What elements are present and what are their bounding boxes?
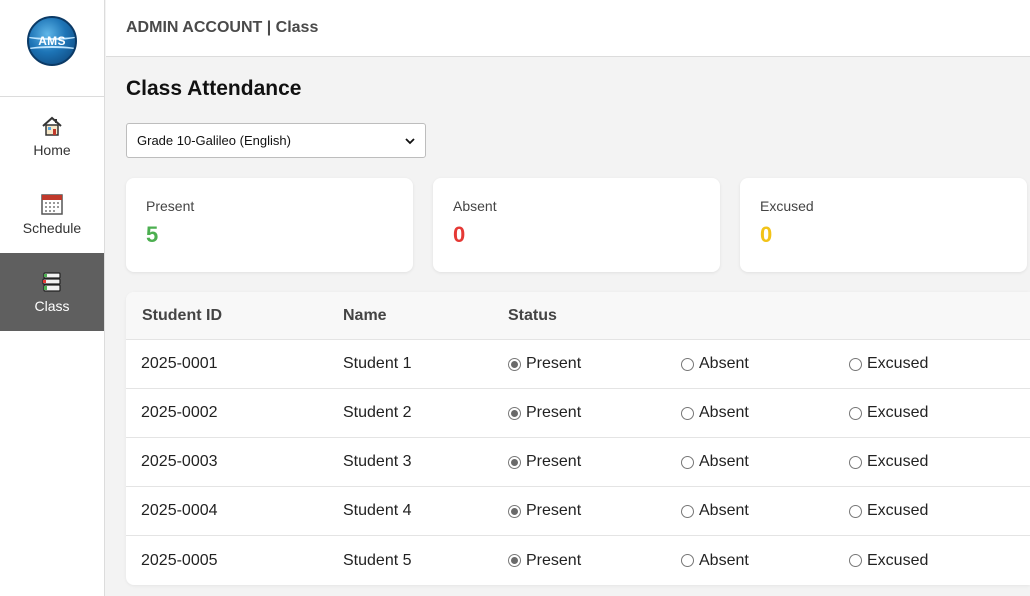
student-id-cell: 2025-0002: [141, 404, 218, 421]
present-radio-option[interactable]: Present: [508, 355, 681, 373]
absent-radio[interactable]: [681, 455, 694, 469]
student-name-cell: Student 3: [343, 453, 412, 470]
header-status: Status: [508, 306, 557, 324]
status-options: Present Absent Excused: [508, 355, 928, 373]
student-name-cell: Student 2: [343, 404, 412, 421]
sidebar-item-label: Class: [34, 298, 70, 314]
excused-count: 0: [760, 222, 773, 247]
excused-radio-option[interactable]: Excused: [849, 552, 928, 570]
present-radio[interactable]: [508, 504, 521, 518]
excused-radio[interactable]: [849, 406, 862, 420]
present-radio-label: Present: [526, 502, 582, 519]
student-name-cell: Student 4: [343, 502, 412, 519]
excused-radio-option[interactable]: Excused: [849, 355, 928, 373]
present-radio[interactable]: [508, 455, 521, 469]
class-select-dropdown[interactable]: Grade 10-Galileo (English): [126, 123, 426, 158]
summary-cards: Present 5 Absent 0 Excused 0: [126, 178, 1027, 272]
table-header-row: Student ID Name Status: [126, 292, 1030, 340]
absent-radio[interactable]: [681, 554, 694, 567]
sidebar-item-home[interactable]: Home: [0, 97, 104, 175]
excused-radio-option[interactable]: Excused: [849, 404, 928, 422]
excused-radio-label: Excused: [867, 502, 929, 519]
present-radio-option[interactable]: Present: [508, 453, 681, 471]
page-title: Class Attendance: [126, 77, 302, 100]
present-radio-option[interactable]: Present: [508, 404, 681, 422]
absent-radio-label: Absent: [699, 502, 749, 519]
excused-radio-label: Excused: [867, 551, 929, 569]
class-select-value: Grade 10-Galileo (English): [137, 133, 291, 148]
absent-radio[interactable]: [681, 357, 694, 371]
header-student-id: Student ID: [142, 306, 222, 324]
header-title: ADMIN ACCOUNT | Class: [126, 19, 319, 36]
excused-summary-card: Excused 0: [740, 178, 1027, 272]
header-name: Name: [343, 306, 387, 324]
present-radio[interactable]: [508, 406, 521, 420]
present-radio-label: Present: [526, 404, 582, 421]
excused-radio-label: Excused: [867, 453, 929, 470]
table-row: 2025-0005 Student 5 Present Absent Excus…: [126, 536, 1030, 585]
ams-logo[interactable]: AMS: [27, 16, 77, 66]
present-radio[interactable]: [508, 554, 521, 567]
present-radio-label: Present: [526, 453, 582, 470]
absent-radio-option[interactable]: Absent: [681, 404, 849, 422]
excused-card-label: Excused: [760, 198, 814, 214]
status-options: Present Absent Excused: [508, 552, 928, 570]
absent-radio[interactable]: [681, 504, 694, 518]
logo-text: AMS: [38, 34, 66, 48]
chevron-down-icon: [405, 137, 415, 144]
excused-radio-label: Excused: [867, 355, 929, 372]
logo-area: AMS: [0, 0, 104, 97]
absent-radio-option[interactable]: Absent: [681, 453, 849, 471]
table-row: 2025-0001 Student 1 Present Absent Excus…: [126, 340, 1030, 389]
excused-radio[interactable]: [849, 357, 862, 371]
absent-radio-label: Absent: [699, 453, 749, 470]
absent-card-label: Absent: [453, 198, 497, 214]
sidebar-item-class[interactable]: Class: [0, 253, 104, 331]
student-id-cell: 2025-0004: [141, 502, 218, 519]
student-name-cell: Student 1: [343, 355, 412, 372]
sidebar-item-schedule[interactable]: Schedule: [0, 175, 104, 253]
student-id-cell: 2025-0003: [141, 453, 218, 470]
table-row: 2025-0004 Student 4 Present Absent Excus…: [126, 487, 1030, 536]
present-count: 5: [146, 222, 159, 247]
excused-radio[interactable]: [849, 554, 862, 567]
absent-radio[interactable]: [681, 406, 694, 420]
present-radio-option[interactable]: Present: [508, 502, 681, 520]
sidebar: AMS Home Schedule Class: [0, 0, 105, 596]
present-summary-card: Present 5: [126, 178, 413, 272]
present-radio-label: Present: [526, 355, 582, 372]
absent-radio-label: Absent: [699, 551, 749, 569]
calendar-icon: [41, 194, 63, 215]
books-icon: [42, 272, 61, 292]
status-options: Present Absent Excused: [508, 502, 928, 520]
absent-radio-option[interactable]: Absent: [681, 355, 849, 373]
top-bar: ADMIN ACCOUNT | Class: [106, 0, 1030, 57]
absent-summary-card: Absent 0: [433, 178, 720, 272]
student-name-cell: Student 5: [343, 551, 412, 569]
excused-radio[interactable]: [849, 504, 862, 518]
present-radio-label: Present: [526, 551, 582, 569]
excused-radio-label: Excused: [867, 404, 929, 421]
home-icon: [42, 116, 62, 136]
attendance-table: Student ID Name Status 2025-0001 Student…: [126, 292, 1030, 585]
sidebar-item-label: Home: [33, 142, 71, 158]
absent-radio-label: Absent: [699, 355, 749, 372]
excused-radio[interactable]: [849, 455, 862, 469]
excused-radio-option[interactable]: Excused: [849, 502, 928, 520]
present-radio[interactable]: [508, 357, 521, 371]
status-options: Present Absent Excused: [508, 453, 928, 471]
table-row: 2025-0003 Student 3 Present Absent Excus…: [126, 438, 1030, 487]
sidebar-item-label: Schedule: [22, 220, 82, 236]
status-options: Present Absent Excused: [508, 404, 928, 422]
table-row: 2025-0002 Student 2 Present Absent Excus…: [126, 389, 1030, 438]
absent-count: 0: [453, 222, 466, 247]
present-radio-option[interactable]: Present: [508, 552, 681, 570]
student-id-cell: 2025-0005: [141, 551, 218, 569]
student-id-cell: 2025-0001: [141, 355, 218, 372]
absent-radio-option[interactable]: Absent: [681, 552, 849, 570]
excused-radio-option[interactable]: Excused: [849, 453, 928, 471]
absent-radio-option[interactable]: Absent: [681, 502, 849, 520]
absent-radio-label: Absent: [699, 404, 749, 421]
present-card-label: Present: [146, 198, 195, 214]
